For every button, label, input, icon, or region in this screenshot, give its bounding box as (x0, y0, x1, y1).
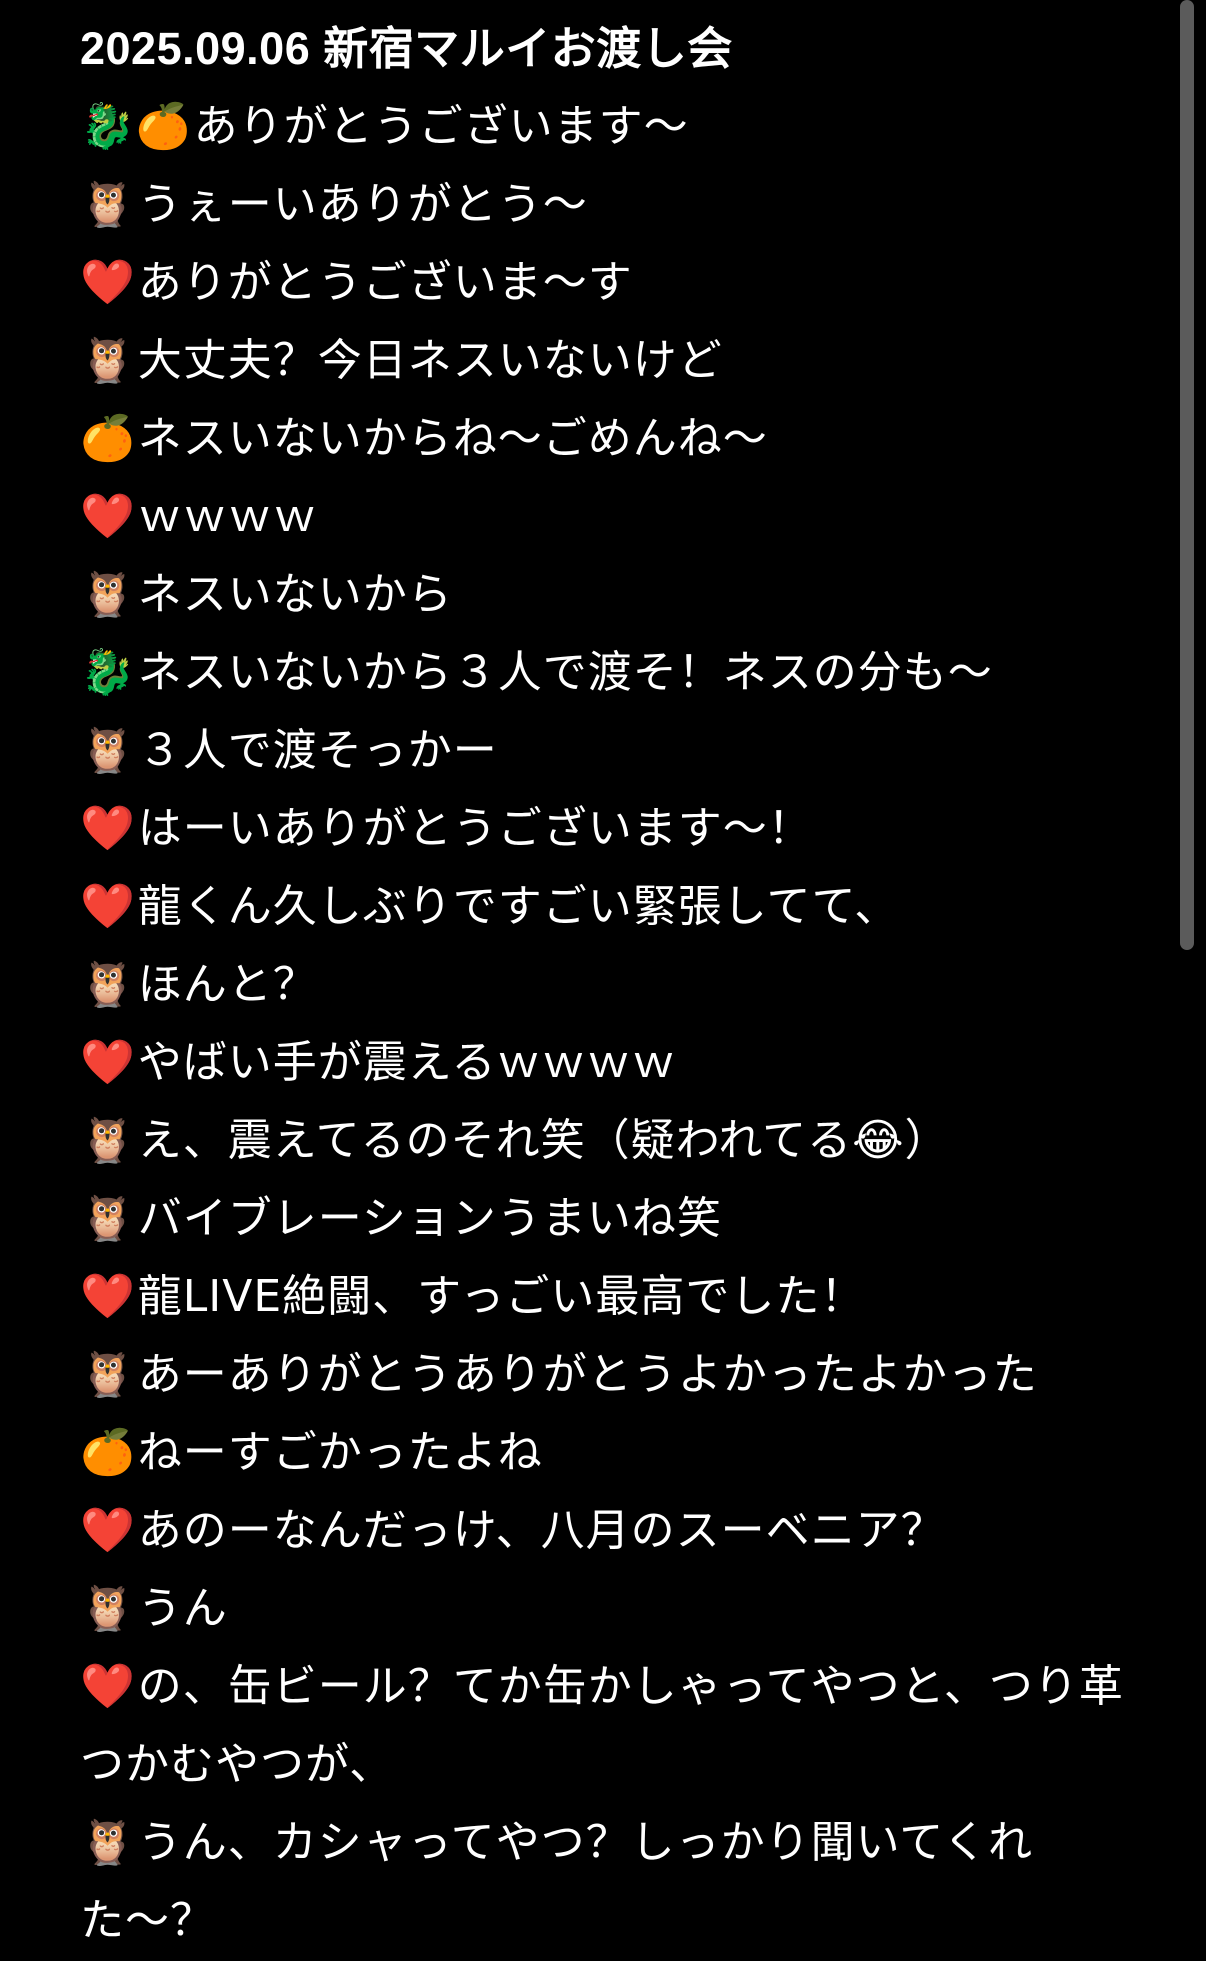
line-text: うん (137, 1583, 228, 1634)
speaker-emoji-icon: ❤️ (80, 1661, 136, 1712)
transcript-lines: 🐉🍊ありがとうございます〜 🦉うぇーいありがとう〜 ❤️ありがとうございま〜す 🦉大丈… (80, 88, 1125, 1960)
line-text: ありがとうございます〜 (193, 101, 689, 152)
transcript-line: 🦉うん、カシャってやつ？しっかり聞いてくれた〜？ (80, 1804, 1125, 1960)
line-text: ほんと？ (137, 959, 318, 1010)
line-text: バイブレーションうまいね笑 (137, 1193, 722, 1244)
transcript-line: 🐉ネスいないから３人で渡そ！ネスの分も〜 (80, 634, 1125, 712)
speaker-emoji-icon: 🦉 (80, 335, 136, 386)
transcript-line: 🍊ねーすごかったよね (80, 1414, 1125, 1492)
transcript-line: 🦉うぇーいありがとう〜 (80, 166, 1125, 244)
transcript-line: ❤️の、缶ビール？てか缶かしゃってやつと、つり革つかむやつが、 (80, 1648, 1125, 1804)
speaker-emoji-icon: 🍊 (80, 1427, 136, 1478)
transcript-line: 🦉ネスいないから (80, 556, 1125, 634)
transcript-line: ❤️あのーなんだっけ、八月のスーベニア？ (80, 1492, 1125, 1570)
transcript-line: ❤️やばい手が震えるｗｗｗｗ (80, 1024, 1125, 1102)
line-text: あーありがとうありがとうよかったよかった (137, 1349, 1038, 1400)
speaker-emoji-icon: 🍊 (80, 413, 136, 464)
line-text: え、震えてるのそれ笑（疑われてる😂） (137, 1115, 950, 1166)
speaker-emoji-icon: 🐉🍊 (80, 101, 192, 152)
speaker-emoji-icon: 🦉 (80, 179, 136, 230)
page-title: 2025.09.06 新宿マルイお渡し会 (80, 23, 733, 74)
line-text: ねーすごかったよね (137, 1427, 543, 1478)
line-text: の、缶ビール？てか缶かしゃってやつと、つり革つかむやつが、 (80, 1661, 1124, 1790)
line-text: やばい手が震えるｗｗｗｗ (137, 1037, 677, 1088)
transcript-line: ❤️龍LIVE絶闘、すっごい最高でした！ (80, 1258, 1125, 1336)
line-text: ネスいないからね〜ごめんね〜 (137, 413, 768, 464)
speaker-emoji-icon: ❤️ (80, 881, 136, 932)
speaker-emoji-icon: ❤️ (80, 1037, 136, 1088)
transcript-line: 🦉大丈夫？今日ネスいないけど (80, 322, 1125, 400)
transcript-line: 🍊ネスいないからね〜ごめんね〜 (80, 400, 1125, 478)
line-text: ｗｗｗｗ (137, 491, 318, 542)
line-text: 大丈夫？今日ネスいないけど (137, 335, 723, 386)
speaker-emoji-icon: 🦉 (80, 569, 136, 620)
line-text: 龍LIVE絶闘、すっごい最高でした！ (137, 1271, 866, 1322)
line-text: ネスいないから (137, 569, 453, 620)
transcript-line: ❤️はーいありがとうございます〜！ (80, 790, 1125, 868)
speaker-emoji-icon: 🦉 (80, 1817, 136, 1868)
speaker-emoji-icon: 🦉 (80, 959, 136, 1010)
transcript-line: 🦉うん (80, 1570, 1125, 1648)
speaker-emoji-icon: 🦉 (80, 725, 136, 776)
speaker-emoji-icon: ❤️ (80, 257, 136, 308)
line-text: ネスいないから３人で渡そ！ネスの分も〜 (137, 647, 993, 698)
transcript-line: ❤️龍くん久しぶりですごい緊張してて、 (80, 868, 1125, 946)
line-text: うん、カシャってやつ？しっかり聞いてくれた〜？ (80, 1817, 1033, 1946)
speaker-emoji-icon: ❤️ (80, 491, 136, 542)
speaker-emoji-icon: ❤️ (80, 1271, 136, 1322)
transcript-line: 🦉３人で渡そっかー (80, 712, 1125, 790)
scrollbar[interactable] (1180, 0, 1194, 950)
transcript-line: 🐉🍊ありがとうございます〜 (80, 88, 1125, 166)
speaker-emoji-icon: 🦉 (80, 1115, 136, 1166)
line-text: ありがとうございま〜す (137, 257, 633, 308)
transcript-line: ❤️ありがとうございま〜す (80, 244, 1125, 322)
transcript-line: 🦉ほんと？ (80, 946, 1125, 1024)
speaker-emoji-icon: 🐉 (80, 647, 136, 698)
line-text: うぇーいありがとう〜 (137, 179, 588, 230)
transcript-line: 🦉あーありがとうありがとうよかったよかった (80, 1336, 1125, 1414)
transcript-line: ❤️ｗｗｗｗ (80, 478, 1125, 556)
line-text: 龍くん久しぶりですごい緊張してて、 (137, 881, 900, 932)
line-text: ３人で渡そっかー (137, 725, 498, 776)
line-text: はーいありがとうございます〜！ (137, 803, 813, 854)
transcript-container: 2025.09.06 新宿マルイお渡し会 🐉🍊ありがとうございます〜 🦉うぇーいあ… (80, 10, 1125, 1960)
speaker-emoji-icon: 🦉 (80, 1583, 136, 1634)
speaker-emoji-icon: 🦉 (80, 1349, 136, 1400)
line-text: あのーなんだっけ、八月のスーベニア？ (137, 1505, 946, 1556)
speaker-emoji-icon: 🦉 (80, 1193, 136, 1244)
speaker-emoji-icon: ❤️ (80, 1505, 136, 1556)
speaker-emoji-icon: ❤️ (80, 803, 136, 854)
transcript-line: 🦉バイブレーションうまいね笑 (80, 1180, 1125, 1258)
transcript-line: 🦉え、震えてるのそれ笑（疑われてる😂） (80, 1102, 1125, 1180)
